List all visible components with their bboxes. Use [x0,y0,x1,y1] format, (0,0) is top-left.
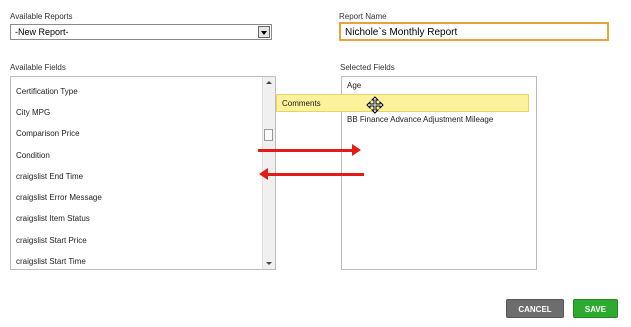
report-select[interactable]: -New Report- [10,24,272,40]
dragging-field-item[interactable]: Comments [276,94,529,112]
available-reports-label: Available Reports [10,12,73,21]
report-name-value: Nichole`s Monthly Report [345,27,458,38]
save-button[interactable]: SAVE [573,299,618,318]
scrollbar-thumb[interactable] [264,129,273,141]
chevron-down-icon[interactable] [258,26,270,38]
cancel-button[interactable]: CANCEL [506,299,564,318]
report-name-input[interactable]: Nichole`s Monthly Report [339,22,609,41]
dragging-field-label: Comments [282,99,321,108]
list-item[interactable]: craigslist Error Message [16,193,102,202]
selected-fields-label: Selected Fields [340,63,395,72]
move-icon [366,96,384,114]
list-item[interactable]: City MPG [16,108,50,117]
list-item[interactable]: craigslist Item Status [16,214,90,223]
report-select-value: -New Report- [15,27,69,37]
list-item[interactable]: Age [347,81,361,90]
scroll-down-icon[interactable] [266,262,272,265]
report-name-label: Report Name [339,12,387,21]
list-item[interactable]: craigslist Start Price [16,236,87,245]
scroll-up-icon[interactable] [266,81,272,84]
arrow-right-icon [258,144,361,156]
list-item[interactable]: craigslist Start Time [16,257,86,266]
list-item[interactable]: Condition [16,151,50,160]
available-fields-list[interactable]: Certification Type City MPG Comparison P… [10,76,276,270]
list-item[interactable]: Comparison Price [16,129,80,138]
arrow-left-icon [259,168,364,180]
list-item[interactable]: craigslist End Time [16,172,83,181]
list-item[interactable]: Certification Type [16,87,78,96]
list-item[interactable]: BB Finance Advance Adjustment Mileage [347,115,493,124]
available-fields-label: Available Fields [10,63,66,72]
